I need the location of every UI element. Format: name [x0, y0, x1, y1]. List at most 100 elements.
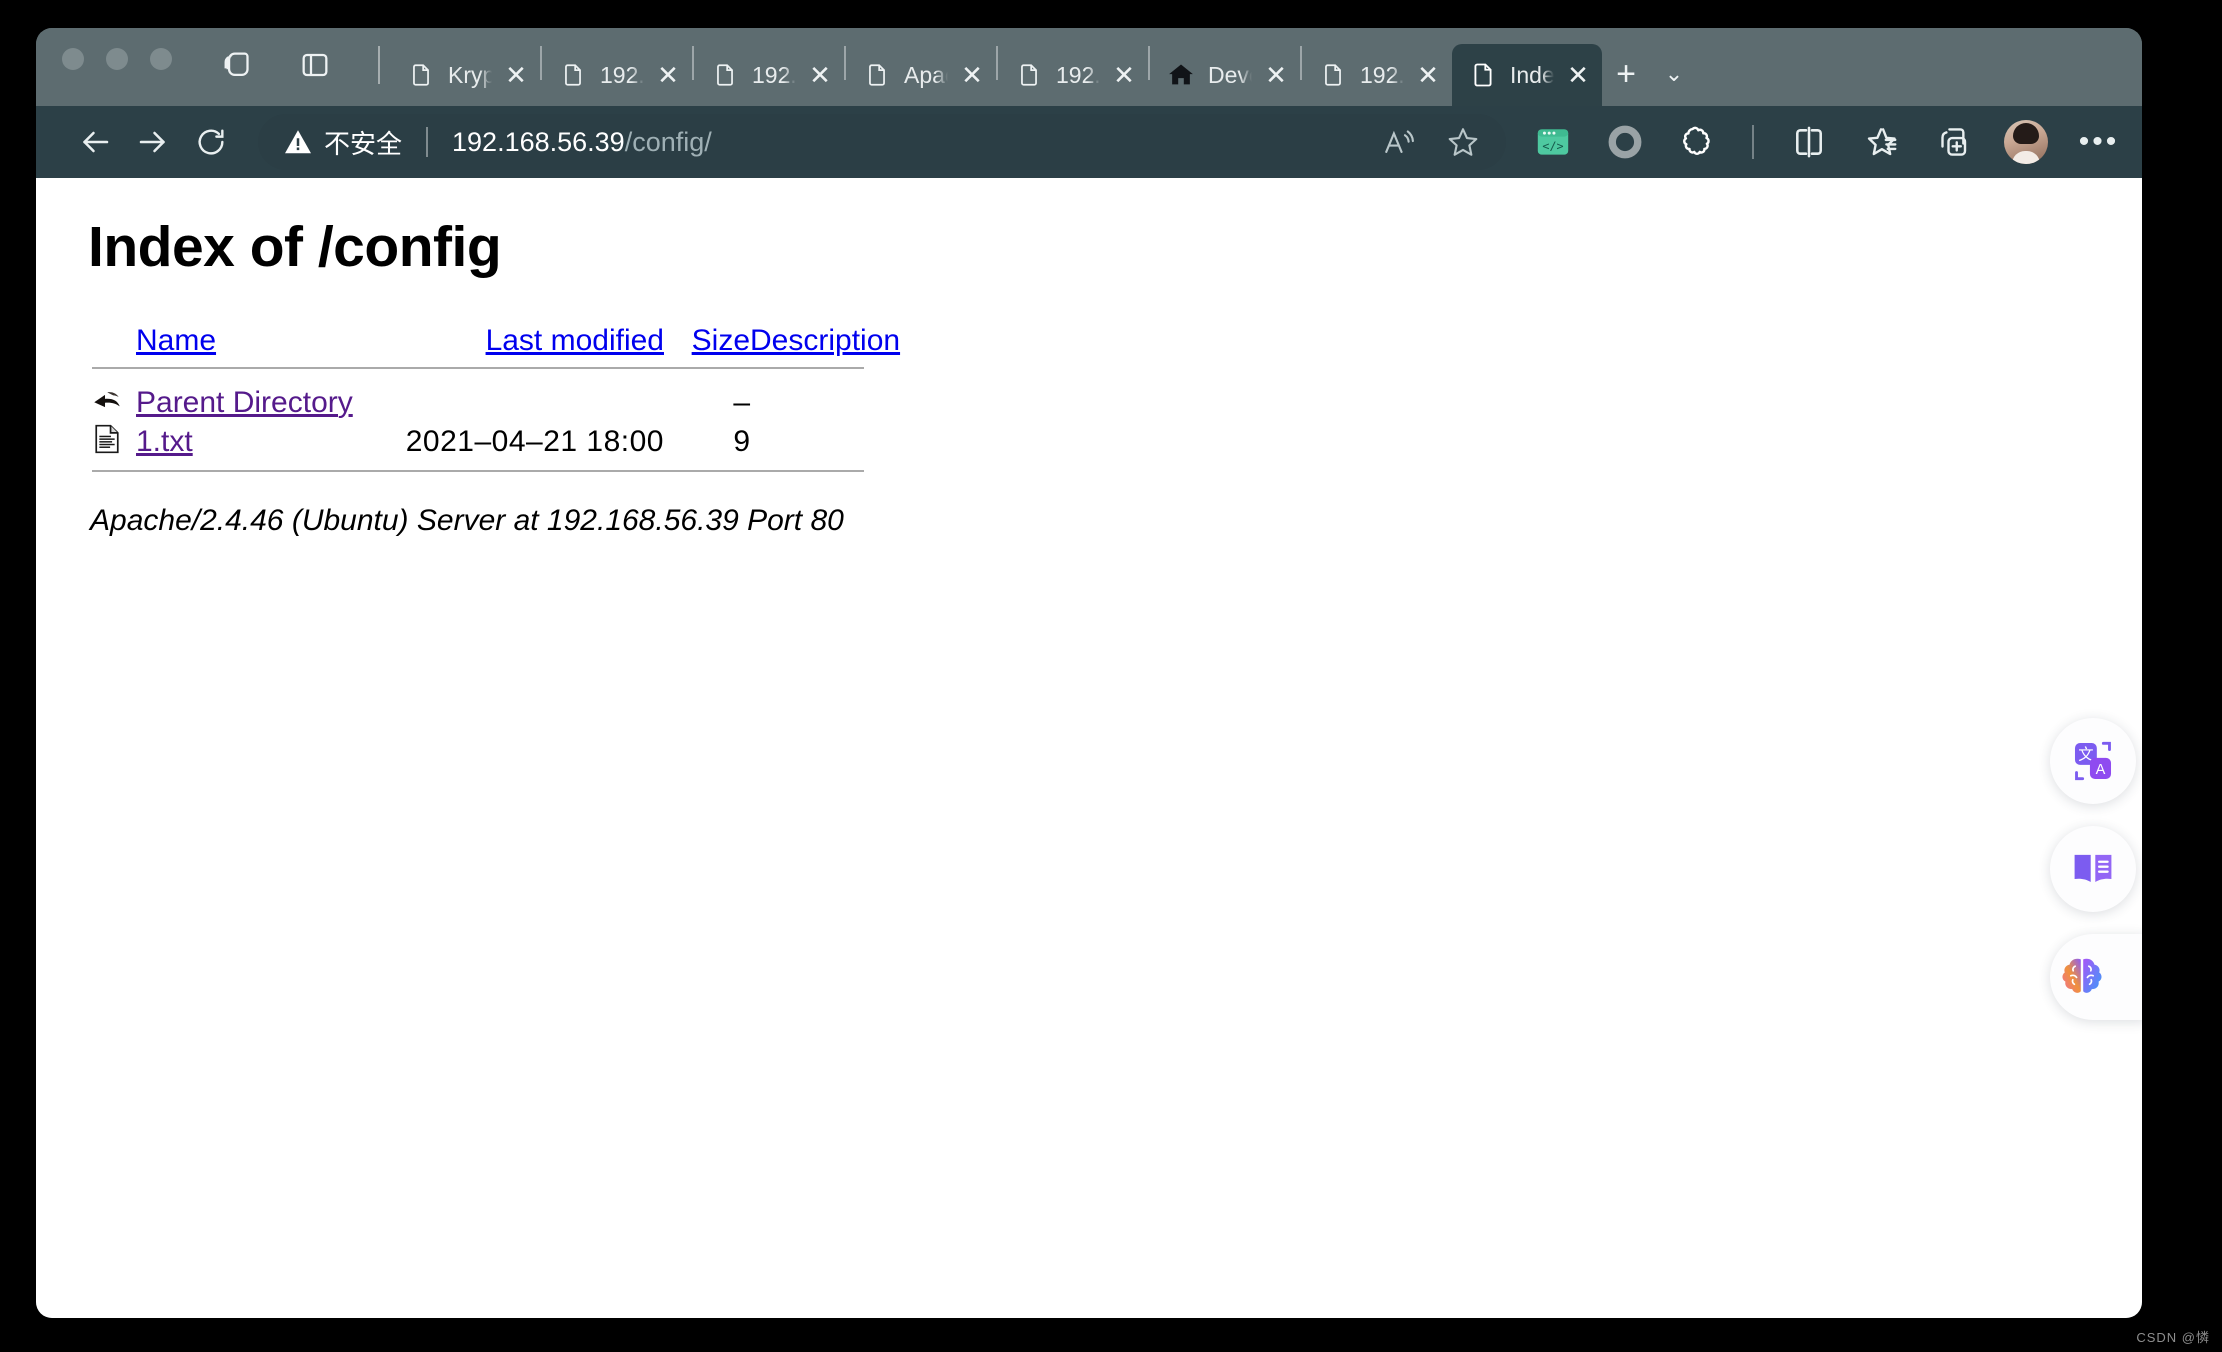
tab-title: Develo	[1208, 61, 1252, 88]
row-name-cell[interactable]: Parent Directory	[136, 383, 404, 422]
browser-tab[interactable]: Apach ✕	[846, 44, 996, 106]
parent-directory-link[interactable]: Parent Directory	[136, 386, 353, 419]
footer-rule-row	[90, 461, 900, 486]
svg-text:</>: </>	[1542, 139, 1563, 153]
toolbar-actions: </> •••	[1532, 120, 2120, 164]
page-icon	[1318, 60, 1348, 90]
header-rule-row	[90, 358, 900, 383]
url-host: 192.168.56.39	[452, 126, 625, 157]
sort-by-size-link[interactable]: Size	[692, 324, 750, 357]
browser-toolbar: 不安全 192.168.56.39/config/ </> •••	[36, 106, 2142, 178]
window-maximize-button[interactable]	[150, 48, 172, 70]
reload-button[interactable]	[182, 113, 240, 171]
tab-title: Krypto	[448, 61, 492, 88]
browser-tab[interactable]: 192.16 ✕	[694, 44, 844, 106]
omnibox-actions	[1360, 123, 1482, 161]
server-signature: Apache/2.4.46 (Ubuntu) Server at 192.168…	[90, 504, 844, 537]
page-icon	[710, 60, 740, 90]
window-traffic-lights[interactable]	[62, 28, 172, 106]
browser-tab[interactable]: Develo ✕	[1150, 44, 1300, 106]
column-header-last-modified[interactable]: Last modified	[404, 324, 664, 358]
read-aloud-icon[interactable]	[1380, 123, 1418, 161]
row-description-cell	[750, 383, 900, 422]
profile-avatar[interactable]	[2004, 120, 2048, 164]
tab-close-button[interactable]: ✕	[1414, 61, 1442, 89]
url-text: 192.168.56.39/config/	[452, 127, 712, 158]
vertical-tabs-icon[interactable]	[292, 42, 338, 88]
tab-strip: Krypto ✕ 192.16 ✕	[36, 28, 2142, 106]
tab-close-button[interactable]: ✕	[806, 61, 834, 89]
tab-close-button[interactable]: ✕	[502, 61, 530, 89]
warning-triangle-icon[interactable]	[282, 126, 314, 158]
svg-text:A: A	[2096, 762, 2106, 778]
star-icon[interactable]	[1444, 123, 1482, 161]
browser-tab[interactable]: 192.16 ✕	[1302, 44, 1452, 106]
omnibox-divider	[426, 127, 429, 157]
page-icon	[406, 60, 436, 90]
page-icon	[1014, 60, 1044, 90]
column-header-name[interactable]: Name	[136, 324, 404, 358]
footer-divider	[92, 470, 864, 472]
sort-by-name-link[interactable]: Name	[136, 324, 216, 357]
tab-close-button[interactable]: ✕	[1262, 61, 1290, 89]
page-icon	[1468, 60, 1498, 90]
column-header-icon	[90, 324, 136, 358]
row-name-cell[interactable]: 1.txt	[136, 422, 404, 461]
tab-title: 192.16	[600, 61, 644, 88]
toolbar-divider	[1752, 125, 1754, 159]
back-button[interactable]	[66, 113, 124, 171]
add-to-collection-icon[interactable]	[1932, 121, 1974, 163]
page-viewport: Index of /config Name Last modified Size…	[36, 178, 2142, 1318]
sort-by-description-link[interactable]: Description	[750, 324, 900, 357]
parent-directory-icon	[90, 383, 136, 422]
favorites-list-icon[interactable]	[1860, 121, 1902, 163]
ai-brain-icon[interactable]	[2050, 934, 2142, 1020]
tab-title: 192.16	[1056, 61, 1100, 88]
watermark: CSDN @憐	[2136, 1330, 2210, 1345]
sort-by-date-link[interactable]: Last modified	[486, 324, 664, 357]
code-extension-icon[interactable]: </>	[1532, 121, 1574, 163]
read-book-icon[interactable]	[2050, 826, 2136, 912]
address-bar[interactable]: 不安全 192.168.56.39/config/	[258, 114, 1506, 170]
tab-close-button[interactable]: ✕	[654, 61, 682, 89]
forward-button[interactable]	[124, 113, 182, 171]
home-icon	[1166, 60, 1196, 90]
tab-close-button[interactable]: ✕	[1110, 61, 1138, 89]
header-divider	[92, 367, 864, 369]
row-modified-cell: 2021–04–21 18:00	[405, 424, 664, 458]
copilot-tabs-icon[interactable]	[216, 42, 262, 88]
window-minimize-button[interactable]	[106, 48, 128, 70]
tab-close-button[interactable]: ✕	[1564, 61, 1592, 89]
row-size-cell: –	[733, 385, 750, 419]
file-link[interactable]: 1.txt	[136, 425, 193, 458]
row-size-cell: 9	[733, 424, 750, 458]
browser-tab[interactable]: 192.16 ✕	[542, 44, 692, 106]
browser-tab-active[interactable]: Index o ✕	[1452, 44, 1602, 106]
tab-close-button[interactable]: ✕	[958, 61, 986, 89]
tab-list: Krypto ✕ 192.16 ✕	[390, 28, 1698, 106]
translate-icon[interactable]: 文 A	[2050, 718, 2136, 804]
column-header-size[interactable]: Size	[664, 324, 750, 358]
row-modified-cell	[404, 383, 664, 422]
table-row[interactable]: 1.txt 2021–04–21 18:00 9	[90, 422, 900, 461]
table-header-row: Name Last modified Size Description	[90, 324, 900, 358]
page-icon	[558, 60, 588, 90]
new-tab-button[interactable]: +	[1602, 46, 1650, 102]
tabstrip-divider	[378, 46, 380, 84]
floating-action-buttons: 文 A	[2050, 718, 2142, 1020]
browser-window: Krypto ✕ 192.16 ✕	[36, 28, 2142, 1318]
column-header-description[interactable]: Description	[750, 324, 900, 358]
browser-tab[interactable]: Krypto ✕	[390, 44, 540, 106]
chevron-down-icon[interactable]: ⌄	[1650, 46, 1698, 102]
table-row[interactable]: Parent Directory –	[90, 383, 900, 422]
window-close-button[interactable]	[62, 48, 84, 70]
browser-tab[interactable]: 192.16 ✕	[998, 44, 1148, 106]
more-options-icon[interactable]: •••	[2078, 121, 2120, 163]
ring-extension-icon[interactable]	[1604, 121, 1646, 163]
split-screen-icon[interactable]	[1788, 121, 1830, 163]
tab-title: Index o	[1510, 61, 1554, 88]
url-path: /config/	[624, 126, 712, 157]
puzzle-extension-icon[interactable]	[1676, 121, 1718, 163]
text-file-icon	[90, 422, 136, 461]
tab-title: 192.16	[752, 61, 796, 88]
